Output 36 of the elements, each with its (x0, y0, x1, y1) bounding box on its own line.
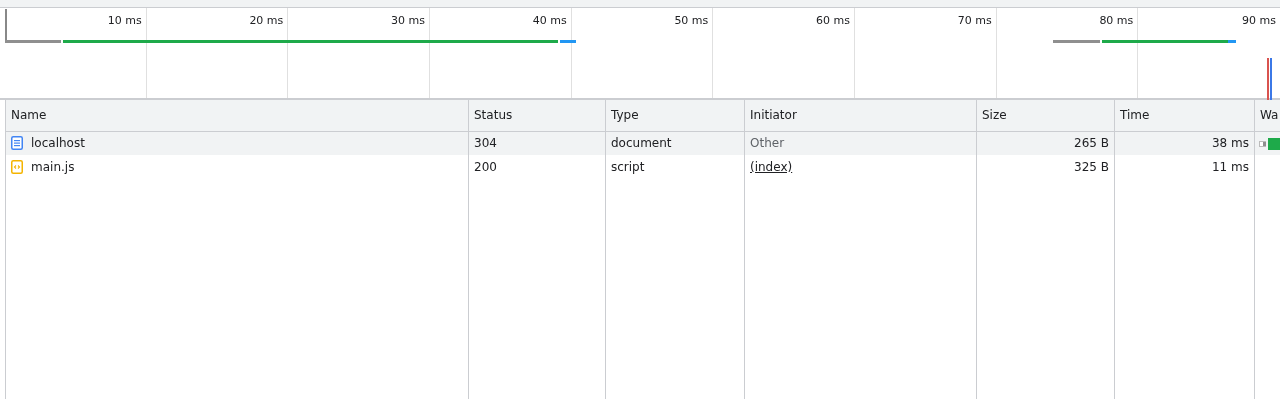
overview-left-marker (5, 9, 7, 41)
column-header[interactable]: Status (468, 100, 606, 131)
tick-label: 60 ms (816, 14, 850, 27)
request-name: localhost (31, 135, 85, 153)
resource-type: document (611, 136, 672, 151)
size-value: 265 B (1074, 136, 1109, 151)
tick-label: 10 ms (107, 14, 142, 27)
tick-label: 90 ms (1242, 14, 1276, 27)
tick-label: 50 ms (674, 14, 709, 27)
column-header[interactable]: Name (5, 100, 469, 131)
load-event-line (1267, 58, 1269, 100)
request-name: main.js (31, 159, 75, 176)
waterfall-bar (1259, 137, 1280, 150)
dom-content-loaded-line (1270, 58, 1272, 100)
tick-label: 20 ms (249, 14, 284, 27)
status-code: 200 (474, 160, 497, 174)
column-header[interactable]: Initiator (744, 100, 977, 131)
column-header[interactable]: Time (1114, 100, 1255, 131)
request-row[interactable]: localhost 304 document Other 265 B 38 ms (5, 131, 1280, 155)
script-file-icon (11, 160, 23, 174)
column-header[interactable]: Size (976, 100, 1115, 131)
initiator-link[interactable]: (index) (750, 160, 793, 174)
document-icon (11, 136, 23, 151)
tick-label: 30 ms (391, 14, 425, 27)
time-value: 11 ms (1211, 160, 1249, 174)
column-header[interactable]: Wa (1254, 100, 1280, 131)
tick-label: 80 ms (1099, 14, 1134, 27)
tick-label: 40 ms (532, 14, 567, 27)
time-value: 38 ms (1211, 136, 1249, 151)
resource-type: script (611, 160, 645, 174)
size-value: 325 B (1074, 160, 1109, 174)
request-row[interactable]: main.js 200 script (index) 325 B 11 ms (5, 155, 1280, 179)
initiator-text: Other (750, 136, 785, 151)
tick-label: 70 ms (957, 14, 992, 27)
status-code: 304 (474, 136, 497, 151)
column-header[interactable]: Type (605, 100, 745, 131)
